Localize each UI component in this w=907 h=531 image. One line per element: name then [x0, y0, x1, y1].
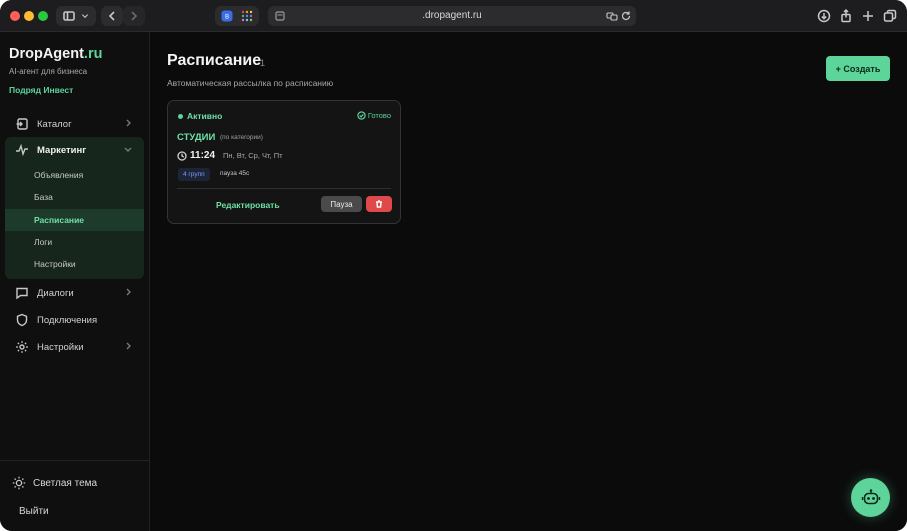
brand-subtitle: AI-агент для бизнеса — [9, 67, 88, 76]
sidebar-item-label: Каталог — [37, 118, 72, 130]
share-button[interactable] — [839, 8, 853, 23]
browser-window: B .dropagent.ru DropAgent.ru AI-агент дл… — [0, 0, 907, 531]
sidebar-item-dialogs[interactable]: Диалоги — [5, 282, 144, 304]
groups-badge: 4 групп — [178, 168, 210, 181]
sidebar-item-label: Диалоги — [37, 287, 74, 299]
theme-toggle-label: Светлая тема — [33, 477, 98, 489]
pause-button[interactable]: Пауза — [321, 196, 362, 212]
marketing-group: Маркетинг Объявления База Расписание Лог… — [5, 137, 144, 279]
catalog-icon — [15, 117, 29, 131]
minimize-window-button[interactable] — [24, 11, 34, 21]
zoom-window-button[interactable] — [38, 11, 48, 21]
sidebar-item-catalog[interactable]: Каталог — [5, 113, 144, 135]
sidebar-footer: Светлая тема Выйти — [0, 460, 150, 531]
check-circle-icon — [357, 111, 366, 120]
status-dot — [178, 114, 183, 119]
translate-icon[interactable] — [606, 10, 618, 22]
page-subtitle: Автоматическая рассылка по расписанию — [167, 78, 334, 88]
schedule-card: Активно Готово СТУДИИ (по категории) 11:… — [167, 100, 401, 224]
chevron-down-icon — [81, 14, 89, 19]
main-content: Расписание 1 Автоматическая рассылка по … — [151, 32, 907, 531]
sidebar-toggle-button[interactable] — [56, 6, 96, 26]
brand-name: DropAgent — [9, 46, 84, 62]
tab-overview-button[interactable] — [883, 9, 897, 23]
tabs-icon — [883, 9, 897, 22]
downloads-button[interactable] — [817, 9, 831, 23]
extension-badge-icon[interactable]: B — [221, 10, 233, 22]
chevron-right-icon — [124, 119, 132, 127]
sidebar-subitem-logs[interactable]: Логи — [5, 231, 144, 253]
ready-label: Готово — [367, 111, 391, 120]
plus-icon — [863, 11, 873, 21]
address-bar[interactable]: .dropagent.ru — [268, 6, 636, 26]
pause-info: пауза 45с — [220, 170, 250, 177]
brand-logo[interactable]: DropAgent.ru — [9, 46, 102, 62]
chevron-right-icon — [124, 288, 132, 296]
sidebar: DropAgent.ru AI-агент для бизнеса Подряд… — [0, 32, 150, 531]
schedule-days: Пн, Вт, Ср, Чт, Пт — [223, 151, 283, 160]
clock-icon — [177, 150, 187, 161]
sidebar-subitem-base[interactable]: База — [5, 186, 144, 208]
close-window-button[interactable] — [10, 11, 20, 21]
logout-button[interactable]: Выйти — [19, 506, 49, 517]
shield-icon — [15, 313, 29, 327]
chevron-down-icon — [124, 145, 132, 153]
reload-icon[interactable] — [620, 10, 632, 22]
schedule-count: 1 — [260, 58, 266, 68]
sidebar-icon — [63, 11, 75, 21]
sidebar-item-label: Подключения — [37, 314, 98, 326]
sidebar-subitem-schedule[interactable]: Расписание — [5, 209, 144, 231]
new-tab-button[interactable] — [861, 9, 875, 23]
theme-toggle[interactable]: Светлая тема — [12, 476, 97, 490]
browser-toolbar: B .dropagent.ru — [0, 0, 907, 32]
sidebar-item-label: Маркетинг — [37, 144, 87, 156]
download-icon — [817, 9, 831, 23]
ready-badge: Готово — [357, 111, 391, 120]
forward-button[interactable] — [123, 6, 145, 26]
back-button[interactable] — [101, 6, 123, 26]
sidebar-item-marketing[interactable]: Маркетинг — [5, 139, 144, 161]
trash-icon — [376, 200, 382, 208]
delete-button[interactable] — [366, 196, 392, 212]
sidebar-subitem-settings[interactable]: Настройки — [5, 253, 144, 275]
gear-icon — [15, 340, 29, 354]
sun-icon — [12, 476, 26, 490]
card-divider — [177, 188, 391, 189]
page-title: Расписание — [167, 52, 262, 69]
share-icon — [841, 8, 851, 23]
schedule-time: 11:24 — [190, 150, 216, 161]
apps-grid-icon[interactable] — [241, 10, 253, 22]
assistant-bot-button[interactable] — [851, 478, 890, 517]
chat-icon — [15, 286, 29, 300]
sidebar-item-label: Настройки — [37, 341, 84, 353]
chevron-left-icon — [108, 11, 115, 21]
sidebar-item-connections[interactable]: Подключения — [5, 309, 144, 331]
brand-tld: .ru — [83, 46, 103, 62]
svg-text:B: B — [225, 14, 229, 21]
sidebar-subitem-ads[interactable]: Объявления — [5, 164, 144, 186]
create-button[interactable]: + Создать — [826, 56, 890, 81]
schedule-time-row: 11:24 Пн, Вт, Ср, Чт, Пт — [177, 150, 283, 161]
url-text: .dropagent.ru — [422, 10, 482, 21]
edit-button[interactable]: Редактировать — [216, 200, 280, 210]
status-text: Активно — [187, 111, 223, 121]
chevron-right-icon — [131, 11, 138, 21]
extensions-group: B — [215, 6, 259, 26]
pulse-icon — [15, 143, 29, 157]
chevron-right-icon — [124, 342, 132, 350]
segment-note: (по категории) — [220, 134, 263, 141]
company-name[interactable]: Подряд Инвест — [9, 85, 73, 95]
robot-icon — [861, 488, 880, 504]
segment-name: СТУДИИ — [177, 132, 216, 143]
sidebar-item-settings[interactable]: Настройки — [5, 336, 144, 358]
